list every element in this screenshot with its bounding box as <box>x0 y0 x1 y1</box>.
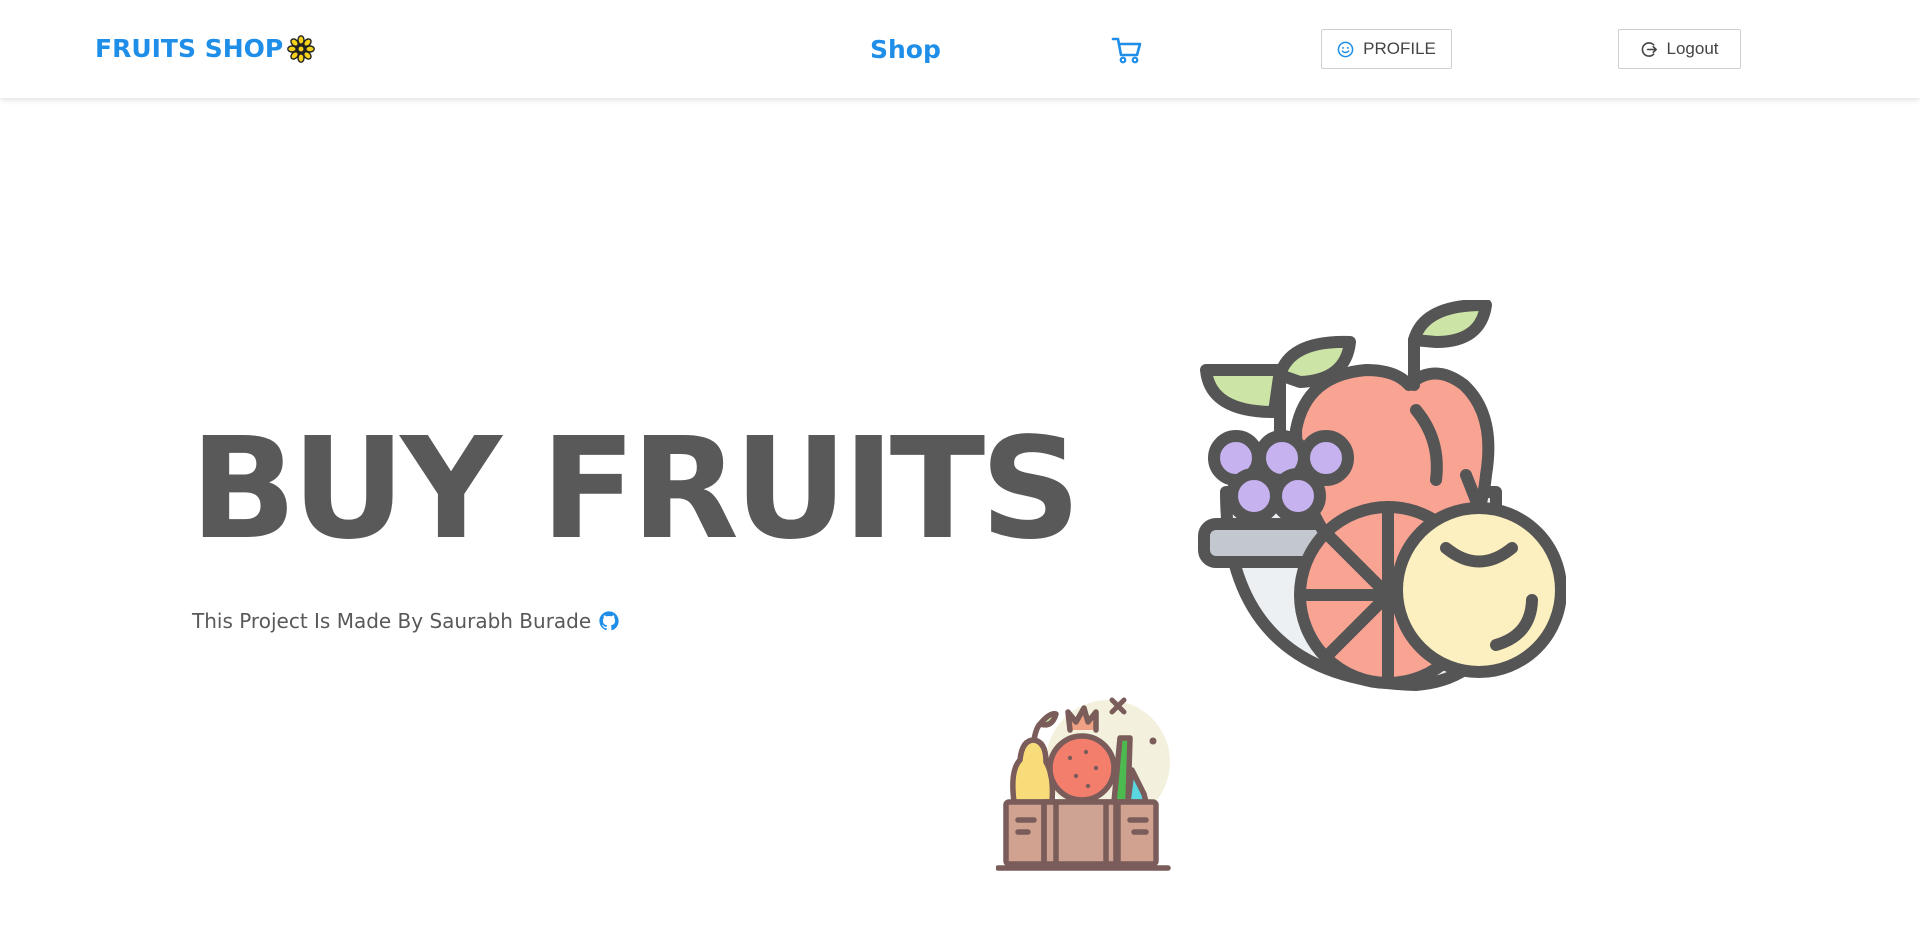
hero-credit: This Project Is Made By Saurabh Burade <box>192 609 620 633</box>
sunflower-icon <box>287 34 316 63</box>
profile-button[interactable]: PROFILE <box>1321 29 1452 69</box>
profile-label: PROFILE <box>1363 39 1436 58</box>
logout-icon <box>1641 41 1657 57</box>
nav-shop-link[interactable]: Shop <box>870 35 941 64</box>
credit-text: This Project Is Made By Saurabh Burade <box>192 609 592 633</box>
fruit-basket-illustration <box>996 697 1171 871</box>
smile-icon <box>1337 41 1354 57</box>
brand-title: FRUITS SHOP <box>95 34 284 63</box>
logout-label: Logout <box>1666 39 1719 58</box>
github-icon <box>599 611 619 631</box>
brand-logo[interactable]: FRUITS SHOP <box>95 34 316 63</box>
navbar: FRUITS SHOP Shop PROFILE Logout <box>0 0 1920 98</box>
fruit-bowl-illustration <box>1198 300 1566 691</box>
hero-title: BUY FRUITS <box>190 408 1081 571</box>
logout-button[interactable]: Logout <box>1618 29 1741 69</box>
github-link[interactable] <box>598 610 620 632</box>
shopping-cart-icon <box>1111 37 1142 64</box>
cart-button[interactable] <box>1100 28 1154 72</box>
